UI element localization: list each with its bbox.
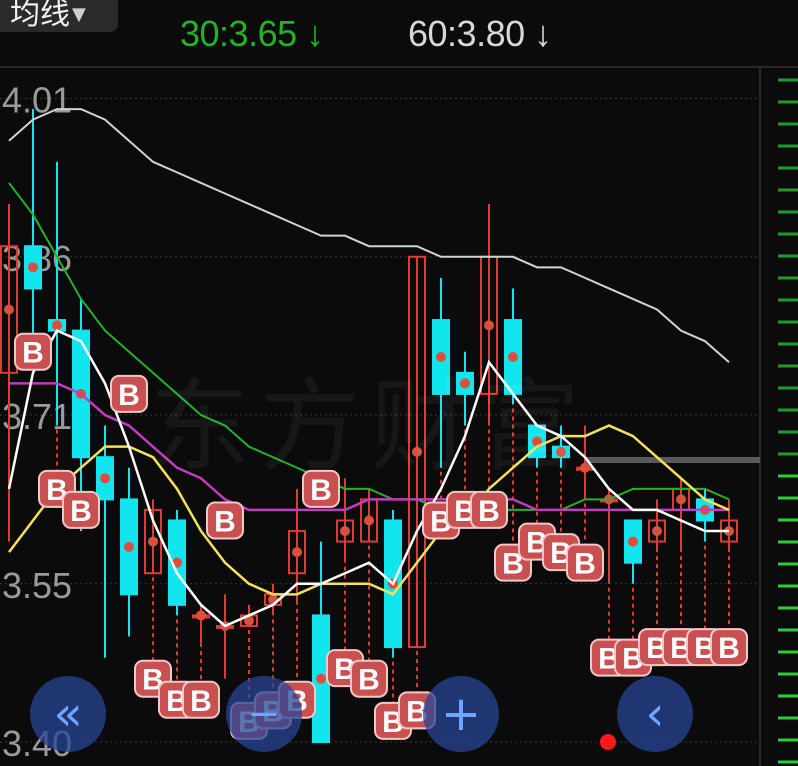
candle-dot — [196, 610, 206, 621]
minus-icon: − — [247, 691, 281, 737]
ma30-readout: 30:3.65 ↓ — [180, 13, 324, 54]
candle-dot — [28, 262, 38, 273]
candle-dot — [100, 473, 110, 484]
dropdown-arrow-icon: ▼ — [72, 4, 86, 25]
candle-dot — [364, 515, 374, 526]
buy-marker-label: B — [118, 379, 140, 412]
chevron-left-icon: ‹ — [645, 686, 665, 742]
candle-dot — [4, 304, 14, 315]
watermark: 东方财富 — [150, 368, 590, 485]
candle-dot — [316, 673, 326, 684]
buy-marker-label: B — [574, 548, 596, 581]
y-tick-label: 4.01 — [2, 80, 72, 121]
candle-dot — [292, 547, 302, 558]
candle-dot — [484, 320, 494, 331]
buy-marker-label: B — [358, 664, 380, 697]
ma60-line — [8, 108, 730, 364]
buy-marker-label: B — [718, 632, 740, 665]
candle-dot — [124, 541, 134, 552]
candle-dot — [340, 526, 350, 537]
zoom-in-button[interactable]: + — [423, 676, 499, 752]
y-tick-label: 3.71 — [2, 396, 72, 437]
ma-selector[interactable]: 均线 ▼ — [0, 0, 118, 32]
rewind-button[interactable]: « — [30, 676, 106, 752]
ma60-readout: 60:3.80 ↓ — [408, 13, 552, 54]
y-tick-label: 3.55 — [2, 565, 72, 606]
candle-dot — [52, 320, 62, 331]
candle-dot — [628, 536, 638, 547]
double-chevron-left-icon: « — [53, 686, 83, 742]
buy-marker-label: B — [214, 505, 236, 538]
candle-dot — [148, 536, 158, 547]
zoom-out-button[interactable]: − — [226, 676, 302, 752]
candle-dot — [652, 526, 662, 537]
ma-selector-label: 均线 — [10, 0, 70, 32]
buy-marker-label: B — [22, 337, 44, 370]
candle-dot — [676, 494, 686, 505]
buy-marker-label: B — [478, 495, 500, 528]
red-indicator-dot — [600, 734, 616, 750]
buy-marker-label: B — [190, 685, 212, 718]
indicator-bar: 均线 ▼ 30:3.65 ↓ 60:3.80 ↓ — [0, 0, 798, 60]
plus-icon: + — [440, 686, 482, 742]
buy-marker-label: B — [70, 495, 92, 528]
back-button[interactable]: ‹ — [617, 676, 693, 752]
